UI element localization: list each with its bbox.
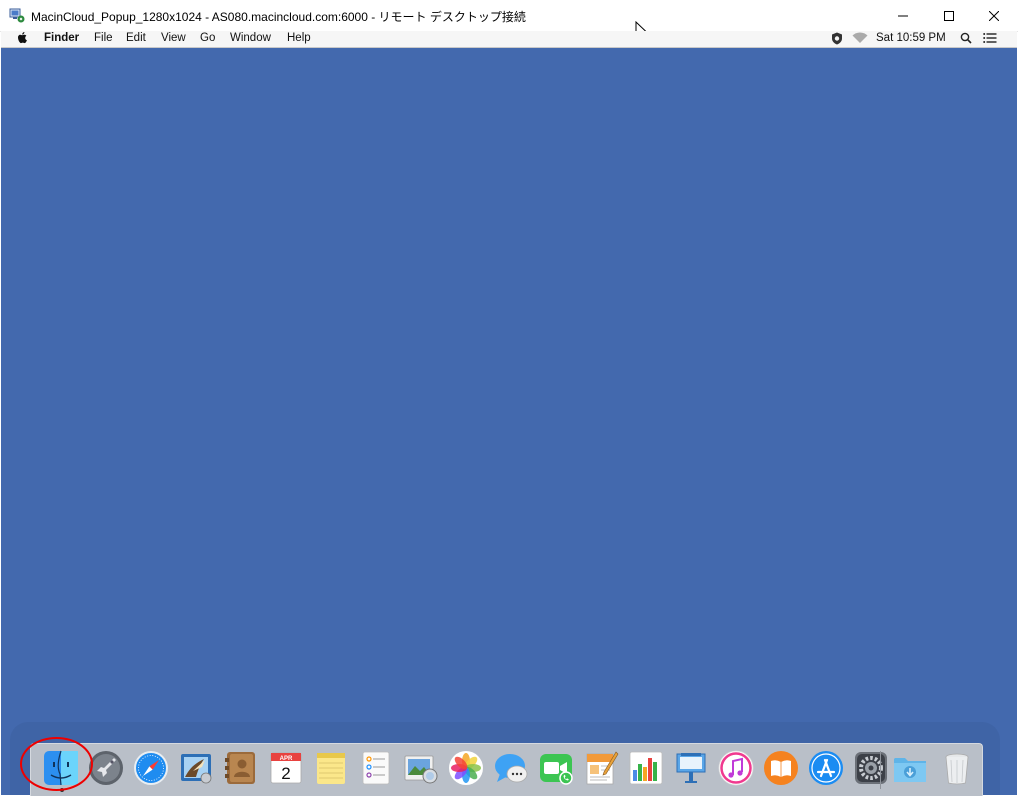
menu-finder[interactable]: Finder	[44, 32, 79, 44]
window-title: MacinCloud_Popup_1280x1024 - AS080.macin…	[31, 10, 526, 24]
calendar-day: 2	[281, 764, 290, 783]
maximize-icon	[944, 10, 954, 21]
messages-icon[interactable]	[493, 750, 529, 786]
contacts-icon[interactable]	[223, 750, 259, 786]
downloads-folder-icon[interactable]	[892, 750, 928, 786]
minimize-button[interactable]	[880, 0, 926, 31]
menu-view[interactable]: View	[161, 32, 186, 44]
menubar-clock[interactable]: Sat 10:59 PM	[876, 32, 946, 44]
notification-center-icon[interactable]	[983, 33, 997, 46]
app-store-icon[interactable]	[808, 750, 844, 786]
dock-separator	[880, 751, 881, 789]
photos-icon[interactable]	[448, 750, 484, 786]
menu-help[interactable]: Help	[287, 32, 311, 44]
window-titlebar: MacinCloud_Popup_1280x1024 - AS080.macin…	[0, 0, 1018, 32]
notes-icon[interactable]	[313, 750, 349, 786]
menu-window[interactable]: Window	[230, 32, 271, 44]
launchpad-icon[interactable]	[88, 750, 124, 786]
reminders-icon[interactable]	[358, 750, 394, 786]
itunes-icon[interactable]	[718, 750, 754, 786]
minimize-icon	[898, 11, 908, 21]
ibooks-icon[interactable]	[763, 750, 799, 786]
wifi-icon[interactable]	[852, 32, 868, 47]
system-preferences-icon[interactable]	[853, 750, 889, 786]
mac-menubar: Finder File Edit View Go Window Help Sat…	[1, 31, 1017, 48]
menu-file[interactable]: File	[94, 32, 113, 44]
numbers-icon[interactable]	[628, 750, 664, 786]
remote-desktop-icon[interactable]	[9, 7, 25, 23]
dock: APR 2	[30, 743, 983, 796]
menu-edit[interactable]: Edit	[126, 32, 146, 44]
keynote-icon[interactable]	[673, 750, 709, 786]
highlight-circle-annotation	[20, 737, 93, 791]
close-icon	[989, 10, 999, 21]
maximize-button[interactable]	[926, 0, 972, 31]
facetime-icon[interactable]	[538, 750, 574, 786]
safari-icon[interactable]	[133, 750, 169, 786]
mail-icon[interactable]	[178, 750, 214, 786]
security-shield-icon[interactable]	[831, 32, 843, 48]
pages-icon[interactable]	[583, 750, 619, 786]
calendar-icon[interactable]: APR 2	[268, 750, 304, 786]
spotlight-search-icon[interactable]	[960, 32, 972, 47]
close-button[interactable]	[971, 0, 1017, 31]
desktop[interactable]	[1, 48, 1017, 795]
trash-icon[interactable]	[939, 750, 975, 786]
menu-go[interactable]: Go	[200, 32, 215, 44]
preview-icon[interactable]	[403, 750, 439, 786]
apple-logo-icon[interactable]	[17, 31, 28, 47]
calendar-month: APR	[280, 756, 293, 762]
